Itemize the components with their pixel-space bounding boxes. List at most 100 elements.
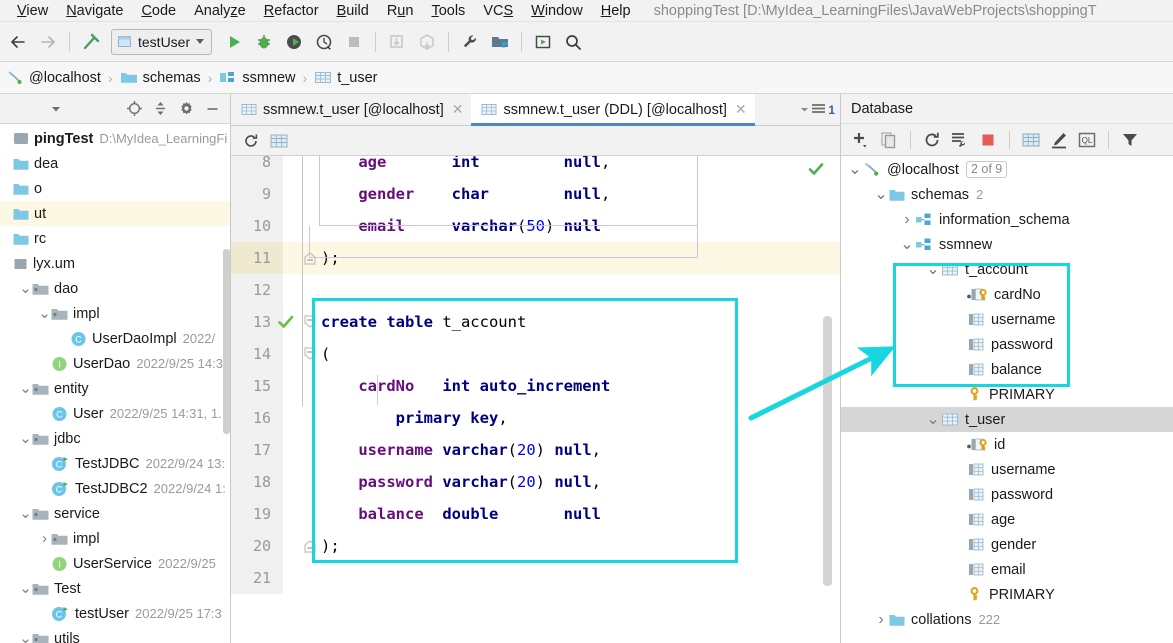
locate-target-icon[interactable] xyxy=(124,99,144,119)
chevron-down-icon[interactable]: ⌄ xyxy=(19,381,32,396)
database-tree-item[interactable]: balance xyxy=(841,357,1173,382)
database-tree-item[interactable]: ⌄ @localhost 2 of 9 xyxy=(841,157,1173,182)
project-tree-item[interactable]: ⌄ dao xyxy=(0,276,230,301)
back-button[interactable] xyxy=(4,28,32,56)
chevron-right-icon[interactable]: › xyxy=(899,211,915,229)
project-tree-item[interactable]: C TestJDBC2 2022/9/24 1: xyxy=(0,476,230,501)
breadcrumb-item-localhost[interactable]: @localhost xyxy=(6,69,101,87)
run-configuration-selector[interactable]: testUser xyxy=(111,28,213,55)
commit-button[interactable] xyxy=(413,28,441,56)
fold-end-icon[interactable] xyxy=(303,538,321,554)
project-tree-item[interactable]: ⌄ entity xyxy=(0,376,230,401)
code-line[interactable]: 20); xyxy=(231,530,840,562)
database-tree-item[interactable]: gender xyxy=(841,532,1173,557)
chevron-down-icon[interactable]: ⌄ xyxy=(19,581,32,596)
database-tree-item[interactable]: id xyxy=(841,432,1173,457)
stop-red-icon[interactable] xyxy=(976,128,1000,152)
chevron-down-icon[interactable]: ⌄ xyxy=(19,431,32,446)
menu-item-build[interactable]: Build xyxy=(328,0,378,22)
code-line[interactable]: 12 xyxy=(231,274,840,306)
chevron-down-icon[interactable]: ⌄ xyxy=(847,161,863,177)
database-tree-item[interactable]: › collations 222 xyxy=(841,607,1173,632)
project-tree-item[interactable]: I UserDao 2022/9/25 14:3 xyxy=(0,351,230,376)
project-tree-item[interactable]: C User 2022/9/25 14:31, 1. xyxy=(0,401,230,426)
debug-button[interactable] xyxy=(250,28,278,56)
project-tree-item[interactable]: rc xyxy=(0,226,230,251)
chevron-right-icon[interactable]: › xyxy=(38,530,51,547)
code-line[interactable]: 13 create table t_account xyxy=(231,306,840,338)
project-tree-item[interactable]: CtestUser 2022/9/25 17:3 xyxy=(0,601,230,626)
project-tree-item[interactable]: ⌄ utils xyxy=(0,626,230,643)
grid-table-icon[interactable] xyxy=(269,131,289,151)
database-tree-item[interactable]: username xyxy=(841,307,1173,332)
datasource-properties-icon[interactable] xyxy=(948,128,972,152)
menu-item-window[interactable]: Window xyxy=(522,0,592,22)
search-everywhere-icon[interactable] xyxy=(559,28,587,56)
project-tree-item[interactable]: I UserService 2022/9/25 xyxy=(0,551,230,576)
code-line[interactable]: 16 primary key, xyxy=(231,402,840,434)
database-tree-item[interactable]: PRIMARY xyxy=(841,582,1173,607)
database-tree-item[interactable]: username xyxy=(841,457,1173,482)
chevron-right-icon[interactable]: › xyxy=(873,611,889,629)
database-tree-item[interactable]: ⌄ schemas 2 xyxy=(841,182,1173,207)
code-line[interactable]: 14 ( xyxy=(231,338,840,370)
database-tree-item[interactable]: email xyxy=(841,557,1173,582)
statement-ok-check-icon[interactable] xyxy=(277,313,295,331)
chevron-down-icon[interactable]: ⌄ xyxy=(38,306,51,321)
build-hammer-icon[interactable] xyxy=(77,28,105,56)
code-line[interactable]: 21 xyxy=(231,562,840,594)
chevron-down-icon[interactable]: ⌄ xyxy=(873,186,889,202)
select-in-icon[interactable] xyxy=(529,28,557,56)
project-tree-item[interactable]: o xyxy=(0,176,230,201)
database-tree[interactable]: ⌄ @localhost 2 of 9 ⌄ schemas 2 › information_s… xyxy=(841,156,1173,643)
project-tree-item[interactable]: dea xyxy=(0,151,230,176)
project-tree-item[interactable]: C TestJDBC 2022/9/24 13: xyxy=(0,451,230,476)
database-tree-item[interactable]: PRIMARY xyxy=(841,382,1173,407)
modify-pencil-icon[interactable] xyxy=(1047,128,1071,152)
editor-tab-t-user-ddl[interactable]: ssmnew.t_user (DDL) [@localhost] ✕ xyxy=(471,94,755,126)
project-tree-item[interactable]: pingTest D:\MyIdea_LearningFi xyxy=(0,126,230,151)
breadcrumb-item-schemas[interactable]: schemas xyxy=(120,70,201,86)
update-project-button[interactable] xyxy=(383,28,411,56)
profiler-button[interactable] xyxy=(310,28,338,56)
database-tree-item[interactable]: age xyxy=(841,507,1173,532)
menu-item-refactor[interactable]: Refactor xyxy=(255,0,328,22)
close-icon[interactable]: ✕ xyxy=(735,101,747,118)
project-structure-icon[interactable] xyxy=(486,28,514,56)
code-lines[interactable]: 8 age int null, 9 gender char null, 10 ema… xyxy=(231,156,840,594)
plus-add-icon[interactable] xyxy=(849,128,873,152)
editor-code-view[interactable]: 8 age int null, 9 gender char null, 10 ema… xyxy=(231,156,840,643)
chevron-down-icon[interactable]: ⌄ xyxy=(899,236,915,252)
project-tree-item[interactable]: ⌄ jdbc xyxy=(0,426,230,451)
database-tree-item[interactable]: cardNo xyxy=(841,282,1173,307)
breadcrumb-item-t-user[interactable]: t_user xyxy=(314,70,378,86)
database-tree-item[interactable]: ⌄ t_account xyxy=(841,257,1173,282)
project-tree-item[interactable]: ⌄ impl xyxy=(0,301,230,326)
project-tree-scrollbar[interactable] xyxy=(223,124,230,643)
chevron-down-icon[interactable]: ⌄ xyxy=(19,281,32,296)
project-tree-item[interactable]: C UserDaoImpl 2022/ xyxy=(0,326,230,351)
refresh-icon[interactable] xyxy=(241,131,261,151)
menu-item-tools[interactable]: Tools xyxy=(422,0,474,22)
project-tree-item[interactable]: ut xyxy=(0,201,230,226)
project-tree[interactable]: pingTest D:\MyIdea_LearningFi dea o ut rc lyx.… xyxy=(0,124,230,643)
chevron-down-icon[interactable]: ⌄ xyxy=(925,411,941,427)
duplicate-icon[interactable] xyxy=(877,128,901,152)
code-line[interactable]: 17 username varchar(20) null, xyxy=(231,434,840,466)
run-button[interactable] xyxy=(220,28,248,56)
project-tree-item[interactable]: ⌄ Test xyxy=(0,576,230,601)
menu-item-analyze[interactable]: Analyze xyxy=(185,0,255,22)
code-line[interactable]: 19 balance double null xyxy=(231,498,840,530)
database-tree-item[interactable]: password xyxy=(841,482,1173,507)
database-tree-item[interactable]: ⌄ t_user xyxy=(841,407,1173,432)
menu-item-help[interactable]: Help xyxy=(592,0,640,22)
chevron-down-icon[interactable] xyxy=(46,99,66,119)
tab-list-control[interactable]: 1 xyxy=(795,94,840,125)
hide-minimize-icon[interactable] xyxy=(202,99,222,119)
open-table-icon[interactable] xyxy=(1019,128,1043,152)
chevron-down-icon[interactable]: ⌄ xyxy=(925,261,941,277)
database-tree-item[interactable]: › information_schema xyxy=(841,207,1173,232)
project-tree-item[interactable]: ⌄ service xyxy=(0,501,230,526)
close-icon[interactable]: ✕ xyxy=(452,101,464,118)
menu-item-code[interactable]: Code xyxy=(132,0,185,22)
